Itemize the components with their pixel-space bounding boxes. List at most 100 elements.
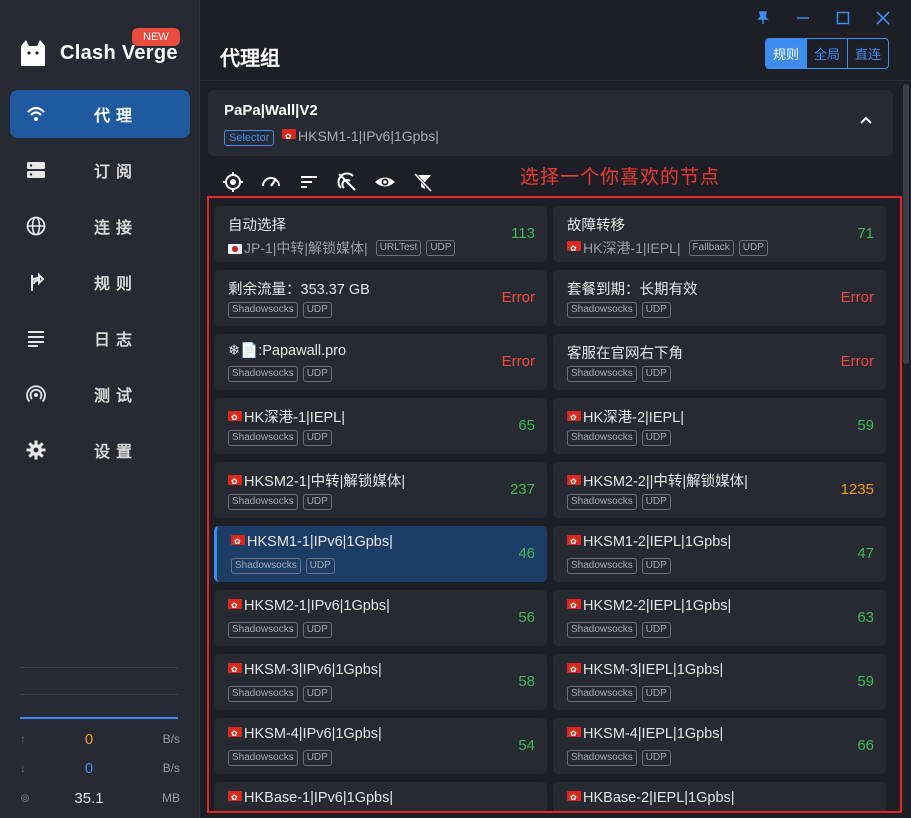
proxy-card[interactable]: HKSM2-1|中转|解锁媒体| ShadowsocksUDP 237 [214,462,547,518]
upload-value: 0 [84,730,94,748]
proxy-tag: Shadowsocks [228,686,298,702]
proxy-delay[interactable]: 59 [857,673,874,690]
proxy-meta: HK深港-1|IEPL| FallbackUDP [567,238,773,258]
proxy-card[interactable]: 剩余流量：353.37 GB Shadowsocks UDP Error [214,270,547,326]
divider [200,80,911,81]
proxy-card[interactable]: HKSM-4|IEPL|1Gpbs| ShadowsocksUDP 66 [553,718,886,774]
proxy-card[interactable]: HKSM-4|IPv6|1Gpbs| ShadowsocksUDP 54 [214,718,547,774]
nav-label: 测试 [94,388,139,405]
mode-switch: 规则 全局 直连 [764,38,889,69]
eye-icon[interactable] [374,170,412,194]
hk-flag-icon [228,411,242,421]
proxy-card[interactable]: ❄📄:Papawall.pro Shadowsocks UDP Error [214,334,547,390]
locate-icon[interactable] [222,170,260,194]
proxy-name: HKSM-4|IPv6|1Gpbs| [228,726,382,742]
hk-flag-icon [567,411,581,421]
nav-item-test[interactable]: 测试 [10,370,190,418]
chevron-up-icon[interactable] [859,112,873,128]
proxy-delay[interactable]: 1235 [841,481,874,498]
proxy-toolbar [222,170,450,194]
proxy-card[interactable]: HKSM2-2||中转|解锁媒体| ShadowsocksUDP 1235 [553,462,886,518]
proxy-card[interactable]: HKBase-2|IEPL|1Gpbs|ShadowsocksUDP [553,782,886,811]
proxy-card[interactable]: 故障转移 HK深港-1|IEPL| FallbackUDP 71 [553,206,886,262]
proxy-delay[interactable]: 113 [511,225,535,242]
divider [20,667,178,668]
hk-flag-icon [567,599,581,609]
group-current-proxy: HKSM1-1|IPv6|1Gpbs| [282,128,439,144]
proxy-name: HK深港-2|IEPL| [567,406,684,427]
proxy-name: HK深港-1|IEPL| [228,406,345,427]
proxy-card[interactable]: HKSM2-2|IEPL|1Gpbs| ShadowsocksUDP 63 [553,590,886,646]
proxy-delay[interactable]: 65 [518,417,535,434]
proxy-meta: Shadowsocks UDP [231,558,340,574]
proxy-card[interactable]: 客服在官网右下角 Shadowsocks UDP Error [553,334,886,390]
pin-icon[interactable] [743,8,783,28]
proxy-tag: URLTest [375,240,422,256]
proxy-tag: Shadowsocks [567,302,637,318]
mode-rule-button[interactable]: 规则 [765,39,807,68]
proxy-delay[interactable]: Error [502,353,535,370]
proxy-delay[interactable]: Error [502,289,535,306]
sort-icon[interactable] [298,170,336,194]
proxy-card[interactable]: HKBase-1|IPv6|1Gpbs|ShadowsocksUDP [214,782,547,811]
proxy-card[interactable]: HKSM2-1|IPv6|1Gpbs| ShadowsocksUDP 56 [214,590,547,646]
nav-item-subscription[interactable]: 订阅 [10,146,190,194]
wifi-icon [26,104,46,124]
proxy-card[interactable]: 套餐到期：长期有效 Shadowsocks UDP Error [553,270,886,326]
proxy-delay[interactable]: 58 [518,673,535,690]
nav-item-proxy[interactable]: 代理 [10,90,190,138]
close-icon[interactable] [863,8,903,28]
proxy-tag: UDP [302,302,332,318]
proxy-card[interactable]: HKSM-3|IPv6|1Gpbs| ShadowsocksUDP 58 [214,654,547,710]
proxy-meta: Shadowsocks UDP [567,558,676,574]
proxy-card[interactable]: HK深港-2|IEPL| ShadowsocksUDP 59 [553,398,886,454]
proxy-tag: Shadowsocks [228,302,298,318]
scrollbar[interactable] [903,84,909,364]
proxy-card[interactable]: HK深港-1|IEPL| ShadowsocksUDP 65 [214,398,547,454]
proxy-tag: UDP [302,494,332,510]
proxy-card[interactable]: HKSM-3|IEPL|1Gpbs| ShadowsocksUDP 59 [553,654,886,710]
proxy-meta: Shadowsocks UDP [228,750,337,766]
proxy-delay[interactable]: 54 [518,737,535,754]
maximize-icon[interactable] [823,8,863,28]
proxy-card[interactable]: 自动选择 JP-1|中转|解锁媒体| URLTest UDP 113 [214,206,547,262]
minimize-icon[interactable] [783,8,823,28]
proxy-tag: Shadowsocks [228,750,298,766]
proxy-group-header[interactable]: PaPa|Wall|V2 Selector HKSM1-1|IPv6|1Gpbs… [208,90,893,156]
main-panel: 代理组 规则 全局 直连 PaPa|Wall|V2 Selector HKSM1… [200,0,911,818]
nav-item-rules[interactable]: 规则 [10,258,190,306]
proxy-tag: UDP [426,240,456,256]
filter-off-icon[interactable] [412,170,450,194]
no-signal-icon[interactable] [336,170,374,194]
proxy-name: HKSM2-1|IPv6|1Gpbs| [228,598,390,614]
proxy-delay[interactable]: 237 [510,481,535,498]
speed-test-icon[interactable] [260,170,298,194]
proxy-name: HKSM-3|IEPL|1Gpbs| [567,662,723,678]
proxy-delay[interactable]: Error [841,353,874,370]
nav-item-settings[interactable]: 设置 [10,426,190,474]
proxy-delay[interactable]: 66 [857,737,874,754]
list-icon [26,328,46,348]
mode-direct-button[interactable]: 直连 [848,39,888,68]
proxy-name: HKSM1-1|IPv6|1Gpbs| [231,534,393,550]
proxy-delay[interactable]: 63 [857,609,874,626]
proxy-card[interactable]: HKSM1-1|IPv6|1Gpbs| ShadowsocksUDP 46 [214,526,547,582]
proxy-delay[interactable]: 59 [857,417,874,434]
nav-label: 规则 [94,276,139,293]
fork-icon [26,272,46,292]
proxy-delay[interactable]: Error [841,289,874,306]
proxy-delay[interactable]: 56 [518,609,535,626]
proxy-current-node: HK深港-1|IEPL| [567,238,681,258]
proxy-delay[interactable]: 46 [518,545,535,562]
mode-global-button[interactable]: 全局 [807,39,848,68]
proxy-card[interactable]: HKSM1-2|IEPL|1Gpbs| ShadowsocksUDP 47 [553,526,886,582]
proxy-meta: Shadowsocks UDP [228,430,337,446]
gear-icon [26,440,46,460]
nav-item-connections[interactable]: 连接 [10,202,190,250]
hk-flag-icon [567,791,581,801]
memory-icon: ⊚ [20,791,31,805]
nav-item-logs[interactable]: 日志 [10,314,190,362]
proxy-delay[interactable]: 47 [857,545,874,562]
proxy-tag: UDP [641,622,671,638]
proxy-delay[interactable]: 71 [857,225,874,242]
